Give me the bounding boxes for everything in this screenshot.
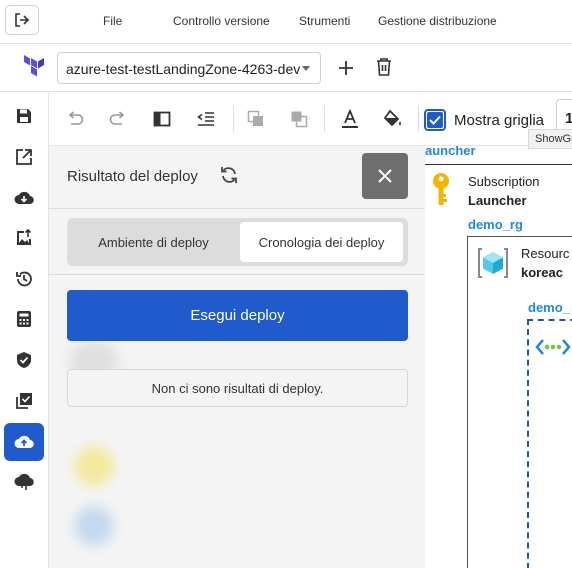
indent-button[interactable] <box>195 108 217 130</box>
menu-version-control[interactable]: Controllo versione <box>173 14 270 28</box>
cloud-download-icon <box>14 191 34 205</box>
bring-forward-icon <box>247 110 263 126</box>
panel-divider <box>49 208 425 209</box>
subscription-name: Launcher <box>468 193 527 208</box>
chevron-down-icon <box>302 66 310 71</box>
undo-button[interactable] <box>64 108 86 130</box>
refresh-icon[interactable] <box>219 165 239 185</box>
blurred-background <box>74 506 114 546</box>
resource-group-label: demo_rg <box>468 217 523 232</box>
show-grid-checkbox[interactable] <box>424 109 446 131</box>
subscription-label: Subscription <box>468 174 540 189</box>
show-grid-tooltip: ShowGrid <box>528 129 572 149</box>
panel-left-icon <box>153 111 171 127</box>
paint-bucket-icon <box>383 109 401 127</box>
toggle-panel-button[interactable] <box>151 108 173 130</box>
run-deploy-button[interactable]: Esegui deploy <box>67 290 408 341</box>
menu-tools[interactable]: Strumenti <box>299 14 350 28</box>
sidebar-deploy[interactable] <box>4 423 44 461</box>
sidebar-download[interactable] <box>4 179 44 217</box>
vnet-icon <box>535 339 571 355</box>
exit-button[interactable] <box>5 5 39 35</box>
check-icon <box>429 115 441 125</box>
add-button[interactable] <box>335 57 357 79</box>
exit-icon <box>15 13 30 27</box>
image-upload-icon <box>17 229 32 245</box>
delete-button[interactable] <box>373 56 395 78</box>
resource-name: koreac <box>521 265 563 280</box>
canvas-toolbar: Mostra griglia 1 <box>49 92 572 146</box>
panel-title: Risultato del deploy <box>67 168 198 185</box>
blurred-background <box>74 446 114 486</box>
sidebar-history[interactable] <box>4 260 44 298</box>
tab-deploy-history[interactable]: Cronologia dei deploy <box>240 222 403 262</box>
resource-label: Resourc <box>521 246 570 261</box>
diagram-canvas[interactable]: auncher Subscription Launcher demo_rg Re… <box>425 146 572 568</box>
panel-divider <box>49 274 425 275</box>
history-icon <box>16 271 32 287</box>
toolbar-divider <box>324 106 325 132</box>
sidebar-import[interactable] <box>4 219 44 257</box>
external-link-icon <box>16 149 32 165</box>
close-panel-button[interactable] <box>362 153 408 199</box>
sidebar-cloud-sync[interactable] <box>4 463 44 501</box>
trash-icon <box>377 58 391 76</box>
send-backward-button[interactable] <box>288 108 310 130</box>
project-bar: azure-test-testLandingZone-4263-dev <box>0 44 572 92</box>
sidebar-security[interactable] <box>4 341 44 379</box>
sidebar-cost-calculator[interactable] <box>4 300 44 338</box>
deploy-panel: Risultato del deploy Ambiente di deploy … <box>49 146 425 568</box>
save-icon <box>17 109 31 123</box>
checklist-icon <box>16 393 32 409</box>
deploy-tabs: Ambiente di deploy Cronologia dei deploy <box>67 218 408 266</box>
vnet-label: demo_ <box>528 300 570 315</box>
top-menu-bar: File Controllo versione Strumenti Gestio… <box>0 0 572 44</box>
sidebar-checklist[interactable] <box>4 382 44 420</box>
terraform-logo-icon <box>24 55 44 77</box>
send-backward-icon <box>291 111 308 128</box>
calculator-icon <box>17 311 31 327</box>
undo-icon <box>68 111 84 125</box>
show-grid-label: Mostra griglia <box>454 111 545 129</box>
text-color-icon <box>342 109 358 128</box>
format-indent-icon <box>197 112 214 126</box>
left-sidebar <box>0 92 49 568</box>
tab-deploy-environment[interactable]: Ambiente di deploy <box>71 222 236 262</box>
cloud-upload-icon <box>14 435 34 449</box>
subscription-border <box>425 164 572 165</box>
redo-icon <box>109 111 125 125</box>
sidebar-open-external[interactable] <box>4 138 44 176</box>
redo-button[interactable] <box>107 108 129 130</box>
toolbar-divider <box>233 106 234 132</box>
fill-color-button[interactable] <box>382 108 404 130</box>
no-results-message: Non ci sono risultati di deploy. <box>67 369 408 407</box>
cloud-sync-icon <box>14 473 34 490</box>
project-select[interactable]: azure-test-testLandingZone-4263-dev <box>57 52 321 84</box>
sidebar-save[interactable] <box>4 97 44 135</box>
plus-icon <box>339 61 353 75</box>
resource-group-icon <box>478 248 508 278</box>
canvas-label-launcher: auncher <box>425 146 476 158</box>
text-color-button[interactable] <box>339 108 361 130</box>
toolbar-divider <box>418 106 419 132</box>
key-icon <box>433 173 449 205</box>
close-icon <box>378 169 392 183</box>
menu-deployment-management[interactable]: Gestione distribuzione <box>378 14 497 28</box>
menu-file[interactable]: File <box>103 14 122 28</box>
bring-forward-button[interactable] <box>245 108 267 130</box>
shield-check-icon <box>17 352 31 368</box>
project-name: azure-test-testLandingZone-4263-dev <box>66 61 301 77</box>
show-grid-toggle[interactable]: Mostra griglia <box>424 106 544 134</box>
